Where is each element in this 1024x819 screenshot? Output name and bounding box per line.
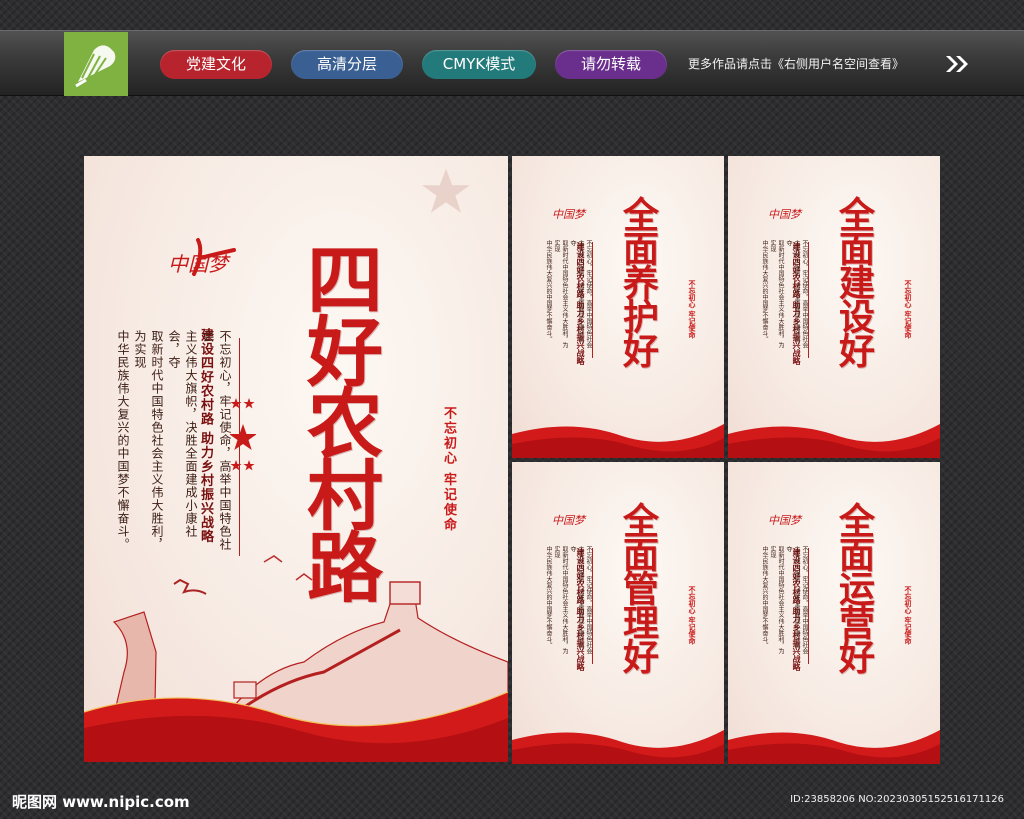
tag-no-repost[interactable]: 请勿转载	[555, 50, 667, 79]
divider-line	[592, 242, 593, 358]
body-line: 主义伟大旗帜，决胜全面建成小康社会，夺	[167, 330, 198, 538]
poster-slogan: 不忘初心 牢记使命	[904, 280, 913, 339]
poster-slogan: 不忘初心 牢记使命	[688, 280, 697, 339]
pen-nib-icon	[75, 45, 116, 88]
main-slogan: 不忘初心 牢记使命	[441, 406, 456, 533]
poster-slogan: 不忘初心 牢记使命	[904, 586, 913, 645]
poster-body-text: 不忘初心，牢记使命，高举中国特色社会 主义伟大旗帜，决胜全面建成小康社会，夺 取…	[761, 240, 808, 348]
divider-line	[808, 548, 809, 664]
poster-slogan: 不忘初心 牢记使命	[688, 586, 697, 645]
header-note[interactable]: 更多作品请点击《右侧用户名空间查看》	[688, 55, 904, 72]
tag-cmyk[interactable]: CMYK模式	[422, 50, 536, 79]
nipic-logo-icon[interactable]	[64, 32, 128, 96]
site-watermark: 昵图网 www.nipic.com	[12, 793, 190, 811]
red-ribbon-wave	[512, 730, 724, 764]
tag-dangjian[interactable]: 党建文化	[160, 50, 272, 79]
body-line: 取新时代中国特色社会主义伟大胜利，为实现	[133, 330, 164, 551]
stars-decoration	[229, 396, 257, 490]
poster-title: 全面管理好	[617, 502, 659, 672]
background-star-icon	[422, 168, 470, 213]
poster-construction: 中国梦 建设四好农村路 助力乡村振兴战略 不忘初心，牢记使命，高举中国特色社会 …	[728, 156, 940, 458]
image-id-text: ID:23858206 NO:20230305152516171126	[790, 794, 1004, 805]
china-dream-logo: 中国梦	[768, 208, 801, 221]
double-chevron-right-icon[interactable]	[944, 54, 970, 74]
china-dream-logo: 中国梦	[768, 514, 801, 527]
china-dream-logo: 中国梦	[552, 208, 585, 221]
poster-body-text: 不忘初心，牢记使命，高举中国特色社会 主义伟大旗帜，决胜全面建成小康社会，夺 取…	[545, 240, 592, 348]
red-ribbon-wave	[84, 691, 508, 762]
red-ribbon-wave	[728, 424, 940, 458]
divider-line	[808, 242, 809, 358]
poster-body-text: 不忘初心，牢记使命，高举中国特色社会 主义伟大旗帜，决胜全面建成小康社会，夺 取…	[545, 546, 592, 654]
body-line: 不忘初心，牢记使命，高举中国特色社会	[201, 330, 232, 551]
tag-hd-layers[interactable]: 高清分层	[291, 50, 403, 79]
poster-maintenance: 中国梦 建设四好农村路 助力乡村振兴战略 不忘初心，牢记使命，高举中国特色社会 …	[512, 156, 724, 458]
brush-swoosh-icon	[192, 238, 236, 276]
poster-title: 全面运营好	[833, 502, 875, 672]
china-dream-logo: 中国梦	[168, 238, 236, 277]
poster-body-text: 不忘初心，牢记使命，高举中国特色社会 主义伟大旗帜，决胜全面建成小康社会，夺 取…	[761, 546, 808, 654]
poster-title: 全面养护好	[617, 196, 659, 366]
divider-line	[592, 548, 593, 664]
red-ribbon-wave	[728, 730, 940, 764]
poster-operation: 中国梦 建设四好农村路 助力乡村振兴战略 不忘初心，牢记使命，高举中国特色社会 …	[728, 462, 940, 764]
poster-management: 中国梦 建设四好农村路 助力乡村振兴战略 不忘初心，牢记使命，高举中国特色社会 …	[512, 462, 724, 764]
red-ribbon-wave	[512, 424, 724, 458]
poster-title: 全面建设好	[833, 196, 875, 366]
body-line: 中华民族伟大复兴的中国梦不懈奋斗。	[116, 330, 130, 551]
china-dream-logo: 中国梦	[552, 514, 585, 527]
poster-main: 中国梦 建设四好农村路 助力乡村振兴战略 不忘初心，牢记使命，高举中国特色社会 …	[84, 156, 508, 762]
